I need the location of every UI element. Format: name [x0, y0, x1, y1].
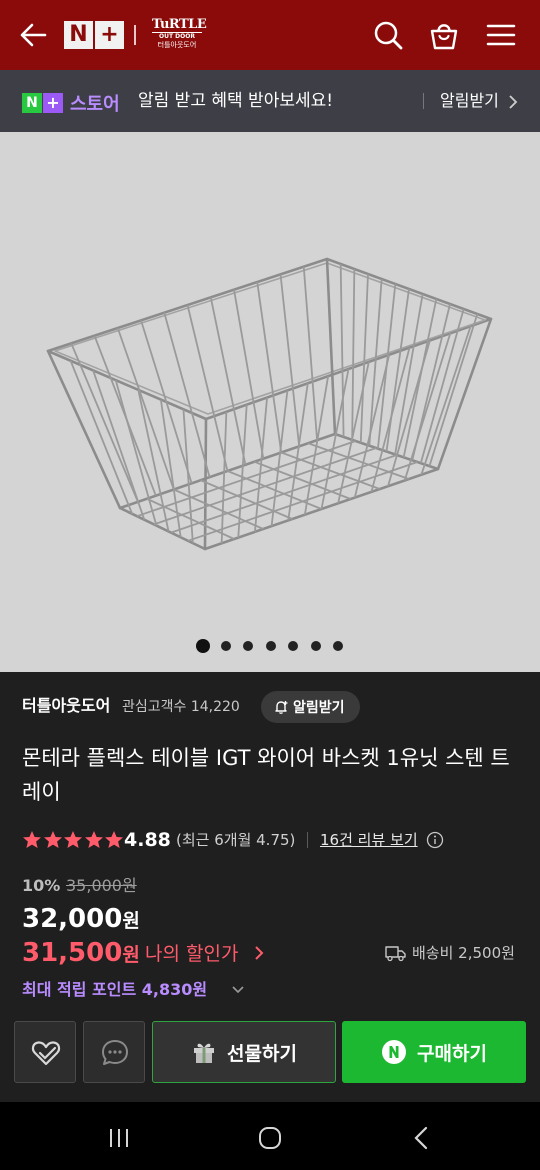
app-header: N + TuRTLE OUT DOOR 터틀아웃도어	[0, 0, 540, 70]
seller-alarm-button[interactable]: 알림받기	[261, 691, 360, 723]
bell-plus-icon	[275, 701, 288, 714]
search-icon[interactable]	[373, 20, 403, 50]
naver-pay-icon	[382, 1040, 407, 1064]
my-discount-price[interactable]: 31,500원	[22, 937, 140, 971]
recent-rating: (최근 6개월 4.75)	[176, 831, 296, 849]
nplus-store-badge: N + 스토어	[22, 90, 120, 116]
notice-divider	[423, 93, 424, 109]
shopping-bag-icon[interactable]	[429, 20, 459, 50]
heart-check-icon	[31, 1041, 61, 1066]
brand-korean: 터틀아웃도어	[157, 41, 197, 49]
star-icon	[84, 831, 103, 848]
rating-divider	[307, 832, 308, 848]
max-points[interactable]: 최대 적립 포인트 4,830원	[22, 979, 207, 1001]
pagination-dot[interactable]	[288, 641, 298, 651]
wishlist-button[interactable]	[14, 1021, 76, 1083]
logo-divider	[134, 25, 136, 45]
star-icon	[64, 831, 82, 848]
star-icon	[105, 831, 123, 848]
star-icon	[23, 831, 41, 848]
pagination-dot[interactable]	[265, 641, 276, 651]
product-title: 몬테라 플렉스 테이블 IGT 와이어 바스켓 1유닛 스텐 트레이	[22, 746, 510, 804]
gallery-pagination	[0, 637, 540, 653]
discount-rate: 10%	[22, 876, 61, 895]
seller-name[interactable]: 터틀아웃도어	[22, 695, 110, 717]
my-price-value: 31,500	[22, 938, 123, 968]
my-price-label[interactable]: 나의 할인가	[145, 941, 238, 967]
pagination-dot[interactable]	[220, 641, 231, 651]
badge-n: N	[22, 93, 42, 113]
badge-store-label: 스토어	[70, 94, 120, 115]
sale-price: 32,000원	[22, 903, 140, 937]
my-price-unit: 원	[122, 944, 140, 966]
info-icon[interactable]	[426, 831, 444, 849]
notice-text: 알림 받고 혜택 받아보세요!	[138, 91, 334, 111]
pagination-dot[interactable]	[196, 639, 210, 653]
brand-wordmark: TuRTLE	[152, 17, 207, 32]
pagination-dot[interactable]	[243, 641, 253, 651]
pagination-dot[interactable]	[310, 641, 321, 651]
talk-talk-button[interactable]	[83, 1021, 145, 1083]
gift-icon	[194, 1043, 215, 1063]
recent-apps-icon[interactable]	[107, 1126, 131, 1150]
rating-stars	[22, 830, 125, 850]
sale-price-value: 32,000	[22, 904, 123, 934]
buy-label: 구매하기	[417, 1042, 487, 1065]
seller-alarm-label: 알림받기	[293, 700, 345, 716]
chat-bubble-icon	[102, 1040, 128, 1065]
sale-price-unit: 원	[122, 910, 140, 932]
buy-button[interactable]: 구매하기	[342, 1021, 526, 1083]
reviews-link[interactable]: 16건 리뷰 보기	[320, 829, 418, 851]
back-arrow-icon[interactable]	[18, 22, 48, 48]
system-navigation-bar	[0, 1102, 540, 1170]
product-image[interactable]	[0, 132, 540, 672]
original-price: 35,000원	[66, 876, 137, 895]
store-brand-logo[interactable]: TuRTLE OUT DOOR 터틀아웃도어	[152, 17, 207, 52]
home-icon[interactable]	[258, 1126, 282, 1150]
star-icon	[43, 831, 62, 848]
logo-n: N	[64, 21, 93, 49]
seller-followers: 관심고객수 14,220	[122, 699, 240, 715]
back-nav-icon[interactable]	[410, 1126, 434, 1150]
shipping-fee: 배송비 2,500원	[412, 944, 515, 962]
badge-plus: +	[43, 93, 63, 113]
pagination-dot[interactable]	[333, 641, 343, 651]
notice-subscribe-button[interactable]: 알림받기	[440, 90, 499, 112]
gift-button[interactable]: 선물하기	[152, 1021, 336, 1083]
chevron-down-icon[interactable]	[231, 985, 245, 995]
chevron-right-icon[interactable]	[254, 945, 264, 961]
truck-icon	[385, 946, 406, 962]
gift-label: 선물하기	[227, 1042, 297, 1065]
wire-basket-illustration	[46, 257, 493, 551]
chevron-right-icon[interactable]	[508, 94, 518, 110]
brand-subtitle: OUT DOOR	[152, 32, 202, 41]
logo-plus: +	[95, 21, 124, 49]
naver-plus-logo[interactable]: N +	[64, 21, 124, 49]
rating-score: 4.88	[124, 829, 171, 851]
menu-icon[interactable]	[486, 20, 516, 50]
